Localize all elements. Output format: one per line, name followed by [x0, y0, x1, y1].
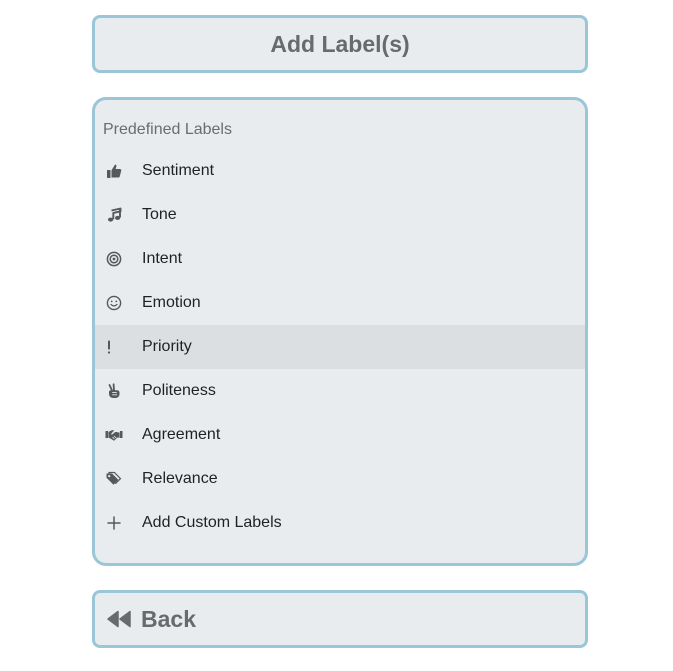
smile-icon	[104, 293, 124, 313]
menu-item-sentiment[interactable]: Sentiment	[95, 149, 585, 193]
menu-item-politeness[interactable]: Politeness	[95, 369, 585, 413]
menu-item-label: Add Custom Labels	[142, 514, 282, 531]
menu-item-label: Emotion	[142, 294, 201, 311]
menu-item-priority[interactable]: Priority	[95, 325, 585, 369]
menu-item-label: Relevance	[142, 470, 218, 487]
back-button[interactable]: Back	[92, 590, 588, 648]
menu-item-intent[interactable]: Intent	[95, 237, 585, 281]
panel-title: Predefined Labels	[103, 121, 232, 138]
menu-item-emotion[interactable]: Emotion	[95, 281, 585, 325]
menu-item-label: Tone	[142, 206, 177, 223]
menu-item-add-custom-labels[interactable]: Add Custom Labels	[95, 501, 585, 545]
menu-item-label: Intent	[142, 250, 183, 267]
labels-menu: Sentiment Tone Intent Emotion Priority P…	[95, 149, 585, 545]
menu-item-label: Sentiment	[142, 162, 215, 179]
menu-item-label: Priority	[142, 338, 192, 355]
plus-icon	[104, 513, 124, 533]
menu-item-tone[interactable]: Tone	[95, 193, 585, 237]
exclamation-icon	[104, 337, 124, 357]
menu-item-label: Agreement	[142, 426, 221, 443]
add-labels-button-label: Add Label(s)	[270, 30, 410, 57]
thumbs-up-icon	[104, 161, 124, 181]
menu-item-label: Politeness	[142, 382, 216, 399]
menu-item-relevance[interactable]: Relevance	[95, 457, 585, 501]
add-labels-button[interactable]: Add Label(s)	[92, 15, 588, 73]
back-button-label: Back	[141, 605, 196, 632]
menu-item-agreement[interactable]: Agreement	[95, 413, 585, 457]
music-note-icon	[104, 205, 124, 225]
peace-hand-icon	[104, 381, 124, 401]
target-icon	[104, 249, 124, 269]
backward-icon	[105, 609, 133, 629]
tags-icon	[104, 469, 124, 489]
handshake-icon	[104, 425, 124, 445]
predefined-labels-panel: Predefined Labels Sentiment Tone Intent …	[92, 97, 588, 566]
